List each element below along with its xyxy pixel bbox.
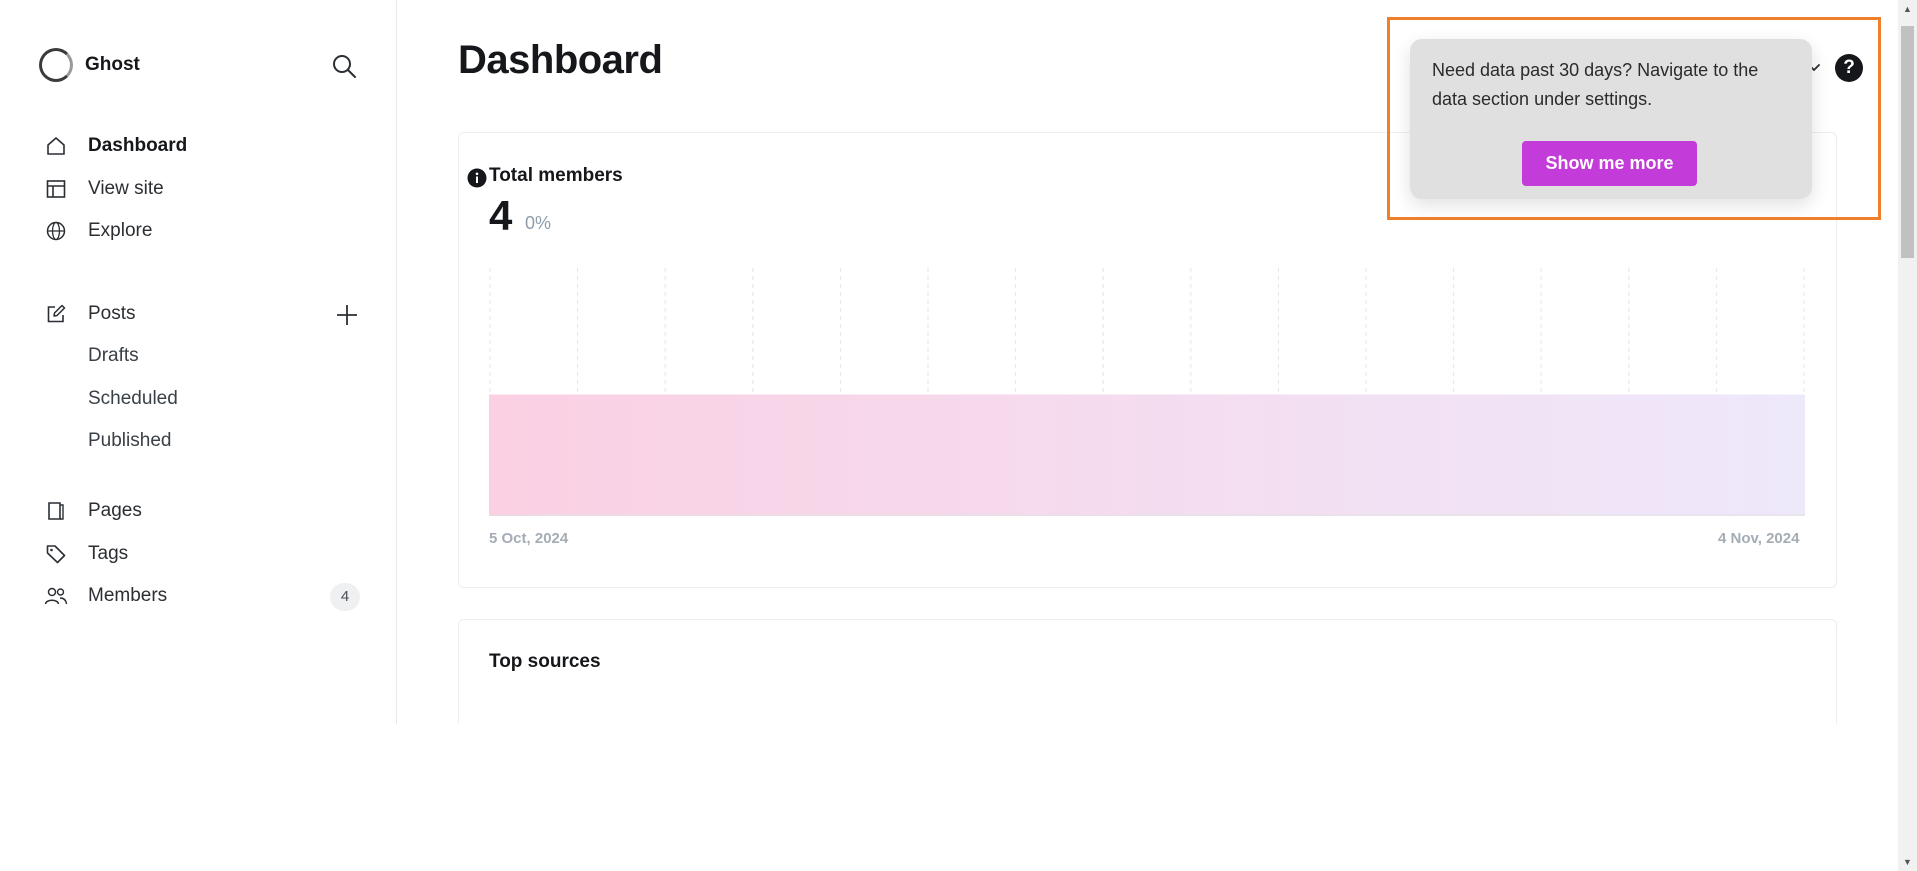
sidebar-item-label: Dashboard xyxy=(88,135,188,156)
members-icon xyxy=(44,584,68,608)
ghost-logo-icon xyxy=(39,48,73,82)
sidebar-subitem-drafts[interactable]: Drafts xyxy=(88,343,139,369)
sidebar-item-label: View site xyxy=(88,178,164,199)
info-icon[interactable] xyxy=(467,168,487,188)
members-count-badge: 4 xyxy=(330,583,360,611)
tag-icon xyxy=(44,542,68,566)
brand[interactable]: Ghost xyxy=(39,48,140,82)
show-me-more-button[interactable]: Show me more xyxy=(1522,141,1697,186)
pen-square-icon xyxy=(44,302,68,326)
scroll-down-icon[interactable]: ▼ xyxy=(1898,853,1917,871)
total-members-label: Total members xyxy=(489,165,623,186)
sidebar-item-posts[interactable]: Posts xyxy=(44,299,136,329)
sidebar-item-label: Pages xyxy=(88,500,142,521)
top-sources-card xyxy=(458,619,1837,729)
layout-icon xyxy=(44,177,68,201)
sidebar-item-tags[interactable]: Tags xyxy=(44,539,128,569)
sidebar-item-members[interactable]: Members xyxy=(44,581,167,611)
sidebar-item-view-site[interactable]: View site xyxy=(44,174,164,204)
sidebar-subitem-published[interactable]: Published xyxy=(88,428,171,454)
sidebar-item-dashboard[interactable]: Dashboard xyxy=(44,131,187,161)
page-icon xyxy=(44,499,68,523)
sidebar-item-label: Members xyxy=(88,585,168,606)
scrollbar-thumb[interactable] xyxy=(1901,26,1914,258)
chart-start-date: 5 Oct, 2024 xyxy=(489,530,569,547)
sidebar-subitem-scheduled[interactable]: Scheduled xyxy=(88,386,178,412)
sidebar-item-pages[interactable]: Pages xyxy=(44,496,142,526)
sidebar: Ghost Dashboard View site Explore Posts … xyxy=(0,0,397,724)
sidebar-item-label: Tags xyxy=(88,543,129,564)
home-icon xyxy=(44,134,68,158)
add-post-icon[interactable] xyxy=(334,302,360,328)
scroll-up-icon[interactable]: ▲ xyxy=(1898,0,1917,18)
sidebar-item-explore[interactable]: Explore xyxy=(44,216,152,246)
total-members-value: 4 xyxy=(489,192,513,239)
tooltip-text: Need data past 30 days? Navigate to the … xyxy=(1432,60,1759,109)
top-sources-title: Top sources xyxy=(489,651,601,672)
page-blank-area xyxy=(0,724,1898,871)
sidebar-item-label: Posts xyxy=(88,303,136,324)
total-members-change: 0% xyxy=(525,213,552,233)
page-title: Dashboard xyxy=(458,38,663,82)
members-area xyxy=(489,394,1805,516)
chart-end-date: 4 Nov, 2024 xyxy=(1718,530,1800,547)
site-name: Ghost xyxy=(85,54,140,75)
sidebar-item-label: Explore xyxy=(88,220,153,241)
search-icon[interactable] xyxy=(330,52,358,80)
globe-icon xyxy=(44,219,68,243)
tooltip-popup: Need data past 30 days? Navigate to the … xyxy=(1410,39,1812,199)
members-chart xyxy=(489,268,1805,516)
